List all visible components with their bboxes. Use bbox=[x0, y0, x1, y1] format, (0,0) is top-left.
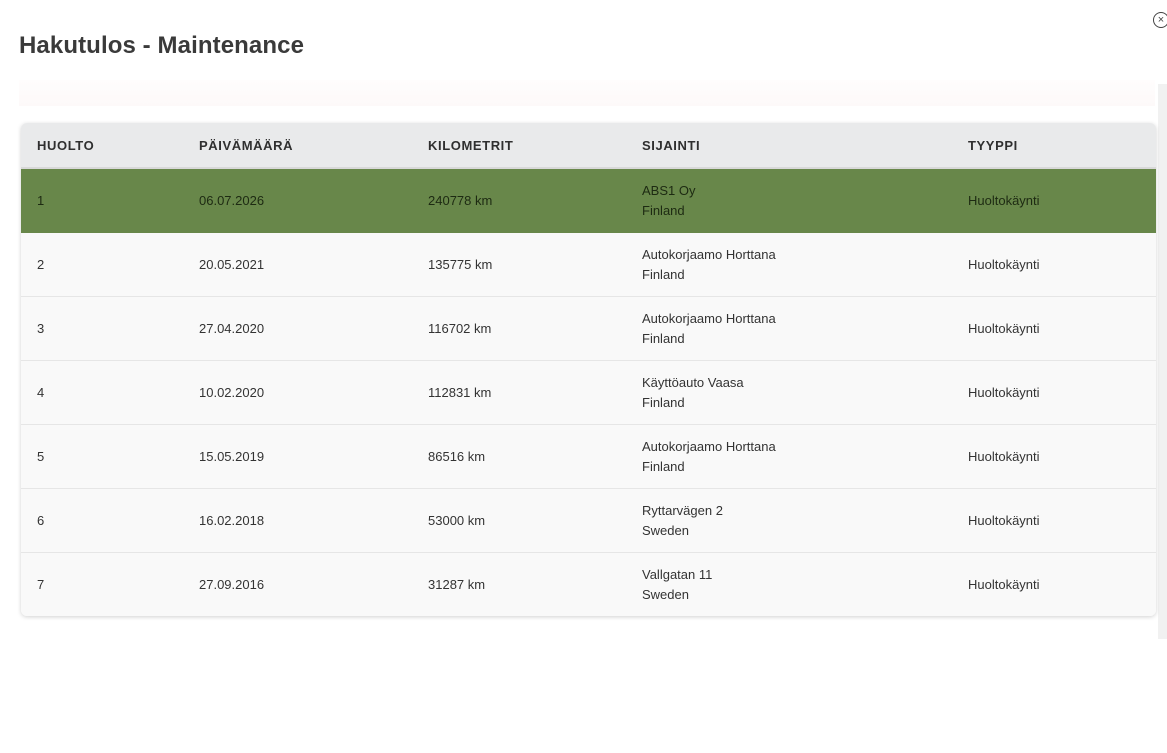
header-location[interactable]: SIJAINTI bbox=[626, 123, 952, 169]
location-name: Käyttöauto Vaasa bbox=[642, 375, 744, 390]
location-country: Finland bbox=[642, 202, 685, 218]
location-name: Ryttarvägen 2 bbox=[642, 503, 723, 518]
location-country: Finland bbox=[642, 394, 685, 410]
cell-date: 15.05.2019 bbox=[183, 424, 412, 489]
cell-location: Autokorjaamo Horttana Finland bbox=[626, 296, 952, 361]
cell-type: Huoltokäynti bbox=[952, 360, 1156, 425]
dialog-title: Hakutulos - Maintenance bbox=[19, 32, 305, 59]
cell-location: Autokorjaamo Horttana Finland bbox=[626, 424, 952, 489]
cell-type: Huoltokäynti bbox=[952, 168, 1156, 233]
table-row[interactable]: 1 06.07.2026 240778 km ABS1 Oy Finland H… bbox=[21, 168, 1156, 233]
header-type[interactable]: TYYPPI bbox=[952, 123, 1156, 169]
cell-huolto: 2 bbox=[21, 232, 183, 297]
location-country: Finland bbox=[642, 266, 685, 282]
table-row[interactable]: 6 16.02.2018 53000 km Ryttarvägen 2 Swed… bbox=[21, 488, 1156, 553]
cell-date: 27.09.2016 bbox=[199, 576, 265, 592]
cell-location: Ryttarvägen 2 Sweden bbox=[626, 488, 952, 553]
cell-date: 10.02.2020 bbox=[183, 360, 412, 425]
table-body: 1 06.07.2026 240778 km ABS1 Oy Finland H… bbox=[21, 168, 1156, 616]
cell-huolto: 3 bbox=[21, 296, 183, 361]
table-row[interactable]: 3 27.04.2020 116702 km Autokorjaamo Hort… bbox=[21, 296, 1156, 361]
header-date[interactable]: PÄIVÄMÄÄRÄ bbox=[183, 123, 412, 169]
cell-kilometers: 135775 km bbox=[412, 232, 626, 297]
table-row[interactable]: 2 20.05.2021 135775 km Autokorjaamo Hort… bbox=[21, 232, 1156, 297]
cell-type: Huoltokäynti bbox=[952, 488, 1156, 553]
cell-date: 20.05.2021 bbox=[183, 232, 412, 297]
location-country: Finland bbox=[642, 330, 685, 346]
header-kilometers[interactable]: KILOMETRIT bbox=[412, 123, 626, 169]
cell-location: Käyttöauto Vaasa Finland bbox=[626, 360, 952, 425]
location-name: Vallgatan 11 bbox=[642, 567, 713, 582]
header-huolto[interactable]: HUOLTO bbox=[21, 123, 183, 169]
cell-kilometers: 116702 km bbox=[412, 296, 626, 361]
cell-location: ABS1 Oy Finland bbox=[626, 168, 952, 233]
cell-type: Huoltokäynti bbox=[952, 232, 1156, 297]
cell-kilometers: 112831 km bbox=[412, 360, 626, 425]
cell-date: 16.02.2018 bbox=[183, 488, 412, 553]
cell-type: Huoltokäynti bbox=[968, 576, 1040, 592]
table-header: HUOLTO PÄIVÄMÄÄRÄ KILOMETRIT SIJAINTI TY… bbox=[21, 123, 1156, 169]
cell-huolto: 7 bbox=[37, 576, 45, 592]
location-name: ABS1 Oy bbox=[642, 183, 696, 198]
cell-date: 27.04.2020 bbox=[183, 296, 412, 361]
cell-huolto: 4 bbox=[21, 360, 183, 425]
location-name: Autokorjaamo Horttana bbox=[642, 439, 776, 454]
maintenance-dialog: Hakutulos - Maintenance × HUOLTO PÄIVÄMÄ… bbox=[0, 0, 1167, 753]
filter-band bbox=[19, 80, 1155, 106]
cell-location: Vallgatan 11 Sweden bbox=[626, 553, 952, 617]
cell-huolto: 1 bbox=[21, 168, 183, 233]
table-row[interactable]: 5 15.05.2019 86516 km Autokorjaamo Hortt… bbox=[21, 424, 1156, 489]
header-row: HUOLTO PÄIVÄMÄÄRÄ KILOMETRIT SIJAINTI TY… bbox=[21, 123, 1156, 169]
cell-kilometers: 240778 km bbox=[412, 168, 626, 233]
location-country: Finland bbox=[642, 458, 685, 474]
location-name: Autokorjaamo Horttana bbox=[642, 247, 776, 262]
cell-type: Huoltokäynti bbox=[952, 296, 1156, 361]
cell-kilometers: 53000 km bbox=[412, 488, 626, 553]
table-row[interactable]: 4 10.02.2020 112831 km Käyttöauto Vaasa … bbox=[21, 360, 1156, 425]
scrollbar[interactable] bbox=[1158, 84, 1167, 639]
cell-huolto: 6 bbox=[21, 488, 183, 553]
location-country: Sweden bbox=[642, 586, 689, 602]
cell-date: 06.07.2026 bbox=[183, 168, 412, 233]
table-row[interactable]: 7 27.09.2016 31287 km Vallgatan 11 Swede… bbox=[21, 552, 1156, 617]
maintenance-table-card: HUOLTO PÄIVÄMÄÄRÄ KILOMETRIT SIJAINTI TY… bbox=[21, 123, 1156, 616]
cell-kilometers: 86516 km bbox=[412, 424, 626, 489]
maintenance-table: HUOLTO PÄIVÄMÄÄRÄ KILOMETRIT SIJAINTI TY… bbox=[21, 123, 1156, 616]
location-country: Sweden bbox=[642, 522, 689, 538]
cell-kilometers: 31287 km bbox=[428, 576, 486, 592]
cell-location: Autokorjaamo Horttana Finland bbox=[626, 232, 952, 297]
close-icon[interactable]: × bbox=[1153, 12, 1167, 28]
location-name: Autokorjaamo Horttana bbox=[642, 311, 776, 326]
cell-type: Huoltokäynti bbox=[952, 424, 1156, 489]
cell-huolto: 5 bbox=[21, 424, 183, 489]
